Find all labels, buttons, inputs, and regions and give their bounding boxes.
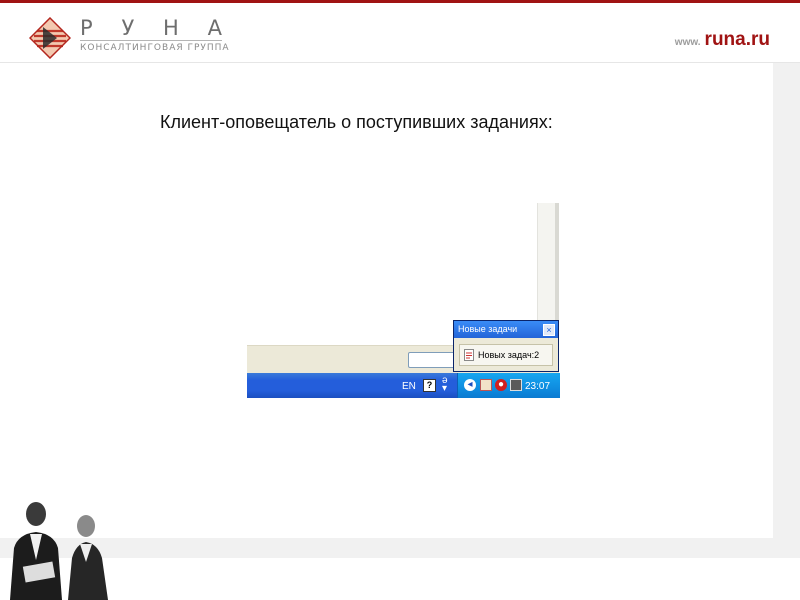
bottom-decor-band bbox=[0, 538, 800, 558]
taskbar: EN ? ə ▾ ◂ ● 23:07 bbox=[247, 373, 560, 398]
system-tray: ◂ ● 23:07 bbox=[457, 373, 560, 398]
language-indicator[interactable]: EN bbox=[402, 381, 416, 392]
new-tasks-item[interactable]: Новых задач:2 bbox=[459, 344, 553, 366]
bottom-strip bbox=[0, 558, 800, 600]
document-icon bbox=[464, 349, 474, 361]
brand-letter: Р bbox=[80, 16, 93, 40]
people-photo bbox=[10, 502, 108, 600]
back-icon[interactable]: ◂ bbox=[464, 379, 476, 391]
network-icon[interactable] bbox=[510, 379, 522, 391]
brand-letters: Р У Н А bbox=[80, 16, 222, 40]
antivirus-icon[interactable]: ● bbox=[495, 379, 507, 391]
notification-popup[interactable]: Новые задачи × Новых задач:2 bbox=[453, 320, 559, 372]
new-tasks-label: Новых задач:2 bbox=[478, 350, 540, 360]
help-icon[interactable]: ? bbox=[423, 379, 436, 392]
clock[interactable]: 23:07 bbox=[525, 381, 550, 392]
slide-header: Р У Н А КОНСАЛТИНГОВАЯ ГРУППА www. runa.r… bbox=[0, 3, 800, 63]
close-icon[interactable]: × bbox=[543, 324, 555, 336]
right-decor-band bbox=[773, 63, 800, 600]
brand-divider bbox=[80, 40, 222, 41]
toolbar-input[interactable] bbox=[408, 352, 455, 368]
site-url[interactable]: www. runa.ru bbox=[675, 29, 770, 51]
notifier-icon[interactable] bbox=[480, 379, 492, 391]
popup-titlebar[interactable]: Новые задачи × bbox=[454, 321, 558, 338]
slide-title: Клиент-оповещатель о поступивших задания… bbox=[160, 112, 553, 132]
site-url-prefix: www. bbox=[674, 37, 701, 48]
brand-letter: А bbox=[207, 16, 222, 40]
chevron-down-icon[interactable]: ə ▾ bbox=[442, 376, 448, 394]
brand-letter: У bbox=[121, 16, 135, 40]
site-url-domain: runa.ru bbox=[704, 29, 770, 50]
brand-letter: Н bbox=[163, 16, 179, 40]
runa-logo-icon bbox=[29, 17, 71, 59]
popup-title: Новые задачи bbox=[458, 324, 518, 334]
brand-subtitle: КОНСАЛТИНГОВАЯ ГРУППА bbox=[80, 43, 230, 53]
